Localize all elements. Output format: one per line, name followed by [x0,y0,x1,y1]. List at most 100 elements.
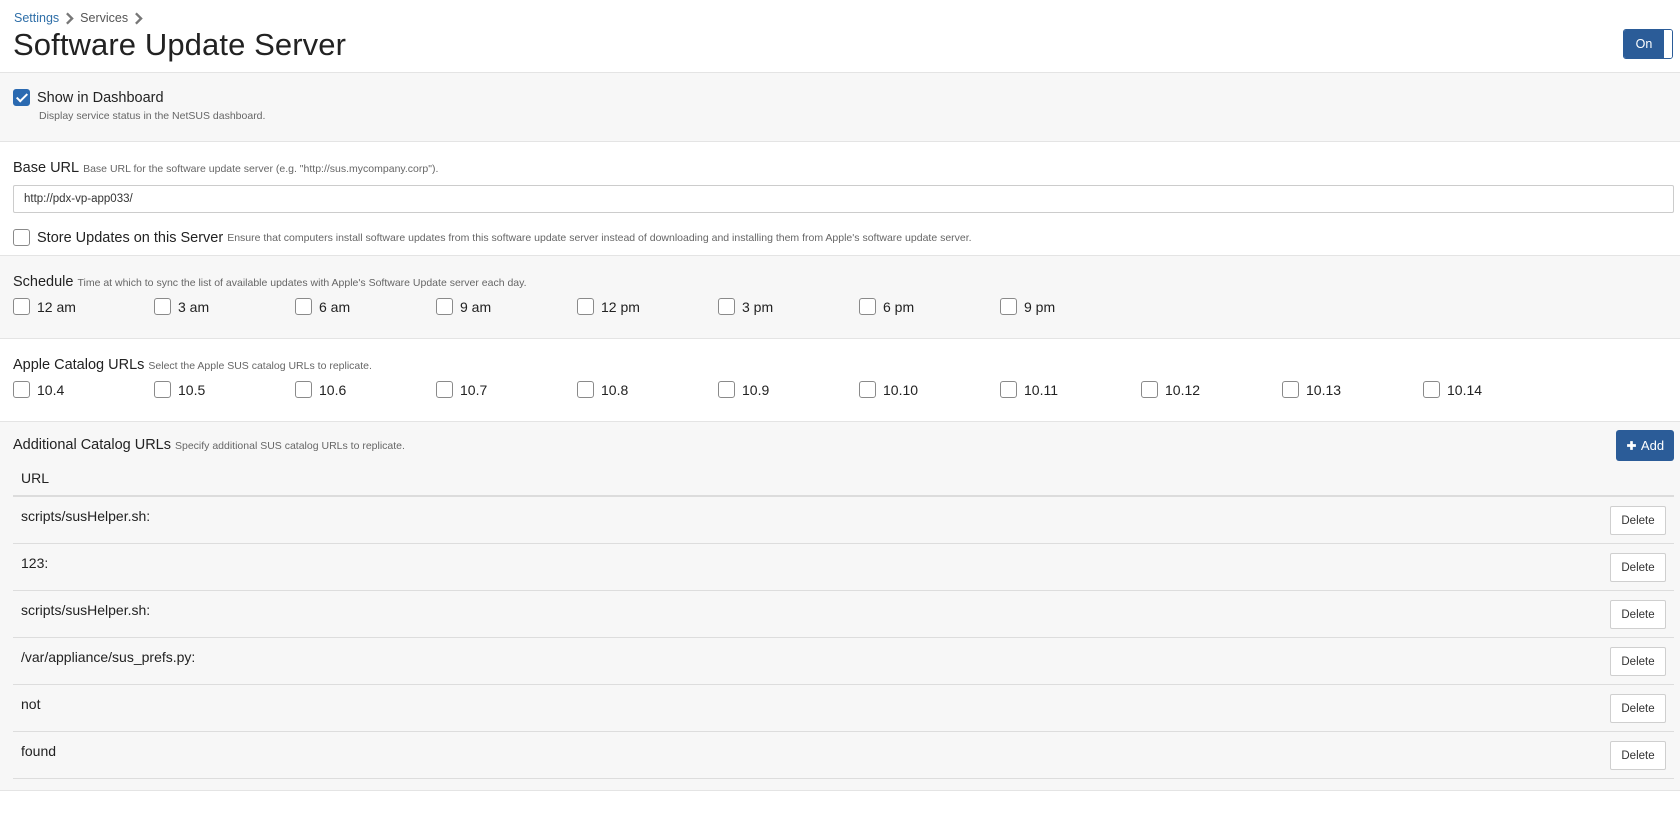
catalog-checkbox[interactable] [859,381,876,398]
catalog-url-table: URL scripts/susHelper.sh: Delete 123: De… [13,461,1674,779]
base-url-help: Base URL for the software update server … [83,163,439,175]
store-updates-help: Ensure that computers install software u… [227,231,972,244]
catalog-checkbox[interactable] [154,381,171,398]
chevron-right-icon [135,11,143,25]
url-cell: scripts/susHelper.sh: [21,508,151,524]
catalog-option[interactable]: 10.8 [577,381,718,398]
schedule-checkbox[interactable] [718,298,735,315]
dashboard-section: Show in Dashboard Display service status… [0,72,1680,141]
schedule-option[interactable]: 12 am [13,298,154,315]
url-cell: scripts/susHelper.sh: [21,602,151,618]
catalog-options: 10.4 10.5 10.6 10.7 10.8 10.9 10.10 10.1… [13,381,1674,398]
catalog-option[interactable]: 10.4 [13,381,154,398]
table-row: 123: Delete [13,544,1674,591]
schedule-option-label: 9 am [460,298,492,315]
schedule-option[interactable]: 6 pm [859,298,1000,315]
catalog-option-label: 10.11 [1024,381,1058,398]
catalog-option-label: 10.10 [883,381,919,398]
store-updates-checkbox[interactable] [13,229,30,246]
catalog-option[interactable]: 10.14 [1423,381,1564,398]
catalog-option[interactable]: 10.11 [1000,381,1141,398]
catalog-checkbox[interactable] [1282,381,1299,398]
show-in-dashboard-checkbox[interactable] [13,89,30,106]
schedule-checkbox[interactable] [295,298,312,315]
url-column-header: URL [13,461,1674,497]
catalog-option[interactable]: 10.10 [859,381,1000,398]
delete-button[interactable]: Delete [1610,553,1666,582]
toggle-on-label: On [1624,30,1664,58]
service-toggle[interactable]: On [1623,29,1673,59]
table-row: scripts/susHelper.sh: Delete [13,591,1674,638]
schedule-options: 12 am 3 am 6 am 9 am 12 pm 3 pm 6 pm 9 p… [13,298,1674,315]
catalog-option-label: 10.5 [178,381,206,398]
catalog-checkbox[interactable] [1141,381,1158,398]
url-cell: not [21,696,41,712]
catalog-option-label: 10.9 [742,381,770,398]
schedule-section: Schedule Time at which to sync the list … [0,255,1680,338]
page-header: Settings Services Software Update Server… [0,0,1680,72]
catalog-option[interactable]: 10.9 [718,381,859,398]
table-row: scripts/susHelper.sh: Delete [13,497,1674,544]
schedule-checkbox[interactable] [436,298,453,315]
schedule-checkbox[interactable] [154,298,171,315]
url-cell: 123: [21,555,49,571]
catalog-option[interactable]: 10.5 [154,381,295,398]
schedule-option-label: 6 pm [883,298,915,315]
catalog-option-label: 10.7 [460,381,488,398]
schedule-option[interactable]: 9 pm [1000,298,1141,315]
schedule-checkbox[interactable] [1000,298,1017,315]
catalog-label: Apple Catalog URLs [13,357,145,373]
schedule-checkbox[interactable] [13,298,30,315]
additional-catalog-label: Additional Catalog URLs [13,437,171,453]
plus-icon [1627,441,1636,450]
add-catalog-label: Add [1640,438,1665,453]
schedule-checkbox[interactable] [859,298,876,315]
catalog-option[interactable]: 10.6 [295,381,436,398]
catalog-checkbox[interactable] [1000,381,1017,398]
toggle-knob [1664,30,1672,58]
schedule-option[interactable]: 12 pm [577,298,718,315]
catalog-checkbox[interactable] [295,381,312,398]
delete-button[interactable]: Delete [1610,741,1666,770]
catalog-option[interactable]: 10.13 [1282,381,1423,398]
add-catalog-button[interactable]: Add [1616,430,1674,461]
catalog-checkbox[interactable] [436,381,453,398]
schedule-checkbox[interactable] [577,298,594,315]
catalog-checkbox[interactable] [1423,381,1440,398]
schedule-option[interactable]: 3 pm [718,298,859,315]
catalog-checkbox[interactable] [577,381,594,398]
schedule-help: Time at which to sync the list of availa… [77,277,527,289]
breadcrumb-services[interactable]: Services [80,11,128,25]
delete-button[interactable]: Delete [1610,506,1666,535]
schedule-option-label: 3 am [178,298,210,315]
breadcrumb-settings-link[interactable]: Settings [14,11,59,25]
schedule-option[interactable]: 6 am [295,298,436,315]
catalog-checkbox[interactable] [718,381,735,398]
catalog-section: Apple Catalog URLs Select the Apple SUS … [0,338,1680,421]
schedule-option-label: 6 am [319,298,351,315]
schedule-option[interactable]: 3 am [154,298,295,315]
store-updates-label: Store Updates on this Server [37,229,224,246]
schedule-option-label: 3 pm [742,298,774,315]
url-cell: found [21,743,57,759]
base-url-section: Base URL Base URL for the software updat… [0,141,1680,255]
catalog-checkbox[interactable] [13,381,30,398]
base-url-label: Base URL [13,160,80,176]
additional-catalog-section: Additional Catalog URLs Specify addition… [0,421,1680,791]
delete-button[interactable]: Delete [1610,694,1666,723]
schedule-option-label: 9 pm [1024,298,1056,315]
catalog-option-label: 10.12 [1165,381,1201,398]
schedule-option[interactable]: 9 am [436,298,577,315]
chevron-right-icon [66,11,74,25]
catalog-option[interactable]: 10.12 [1141,381,1282,398]
show-in-dashboard-help: Display service status in the NetSUS das… [39,110,266,122]
base-url-input[interactable] [13,185,1674,213]
delete-button[interactable]: Delete [1610,647,1666,676]
table-row: /var/appliance/sus_prefs.py: Delete [13,638,1674,685]
page-title: Software Update Server [13,27,347,62]
catalog-option[interactable]: 10.7 [436,381,577,398]
schedule-option-label: 12 am [37,298,76,315]
table-row: found Delete [13,732,1674,779]
delete-button[interactable]: Delete [1610,600,1666,629]
catalog-option-label: 10.4 [37,381,65,398]
